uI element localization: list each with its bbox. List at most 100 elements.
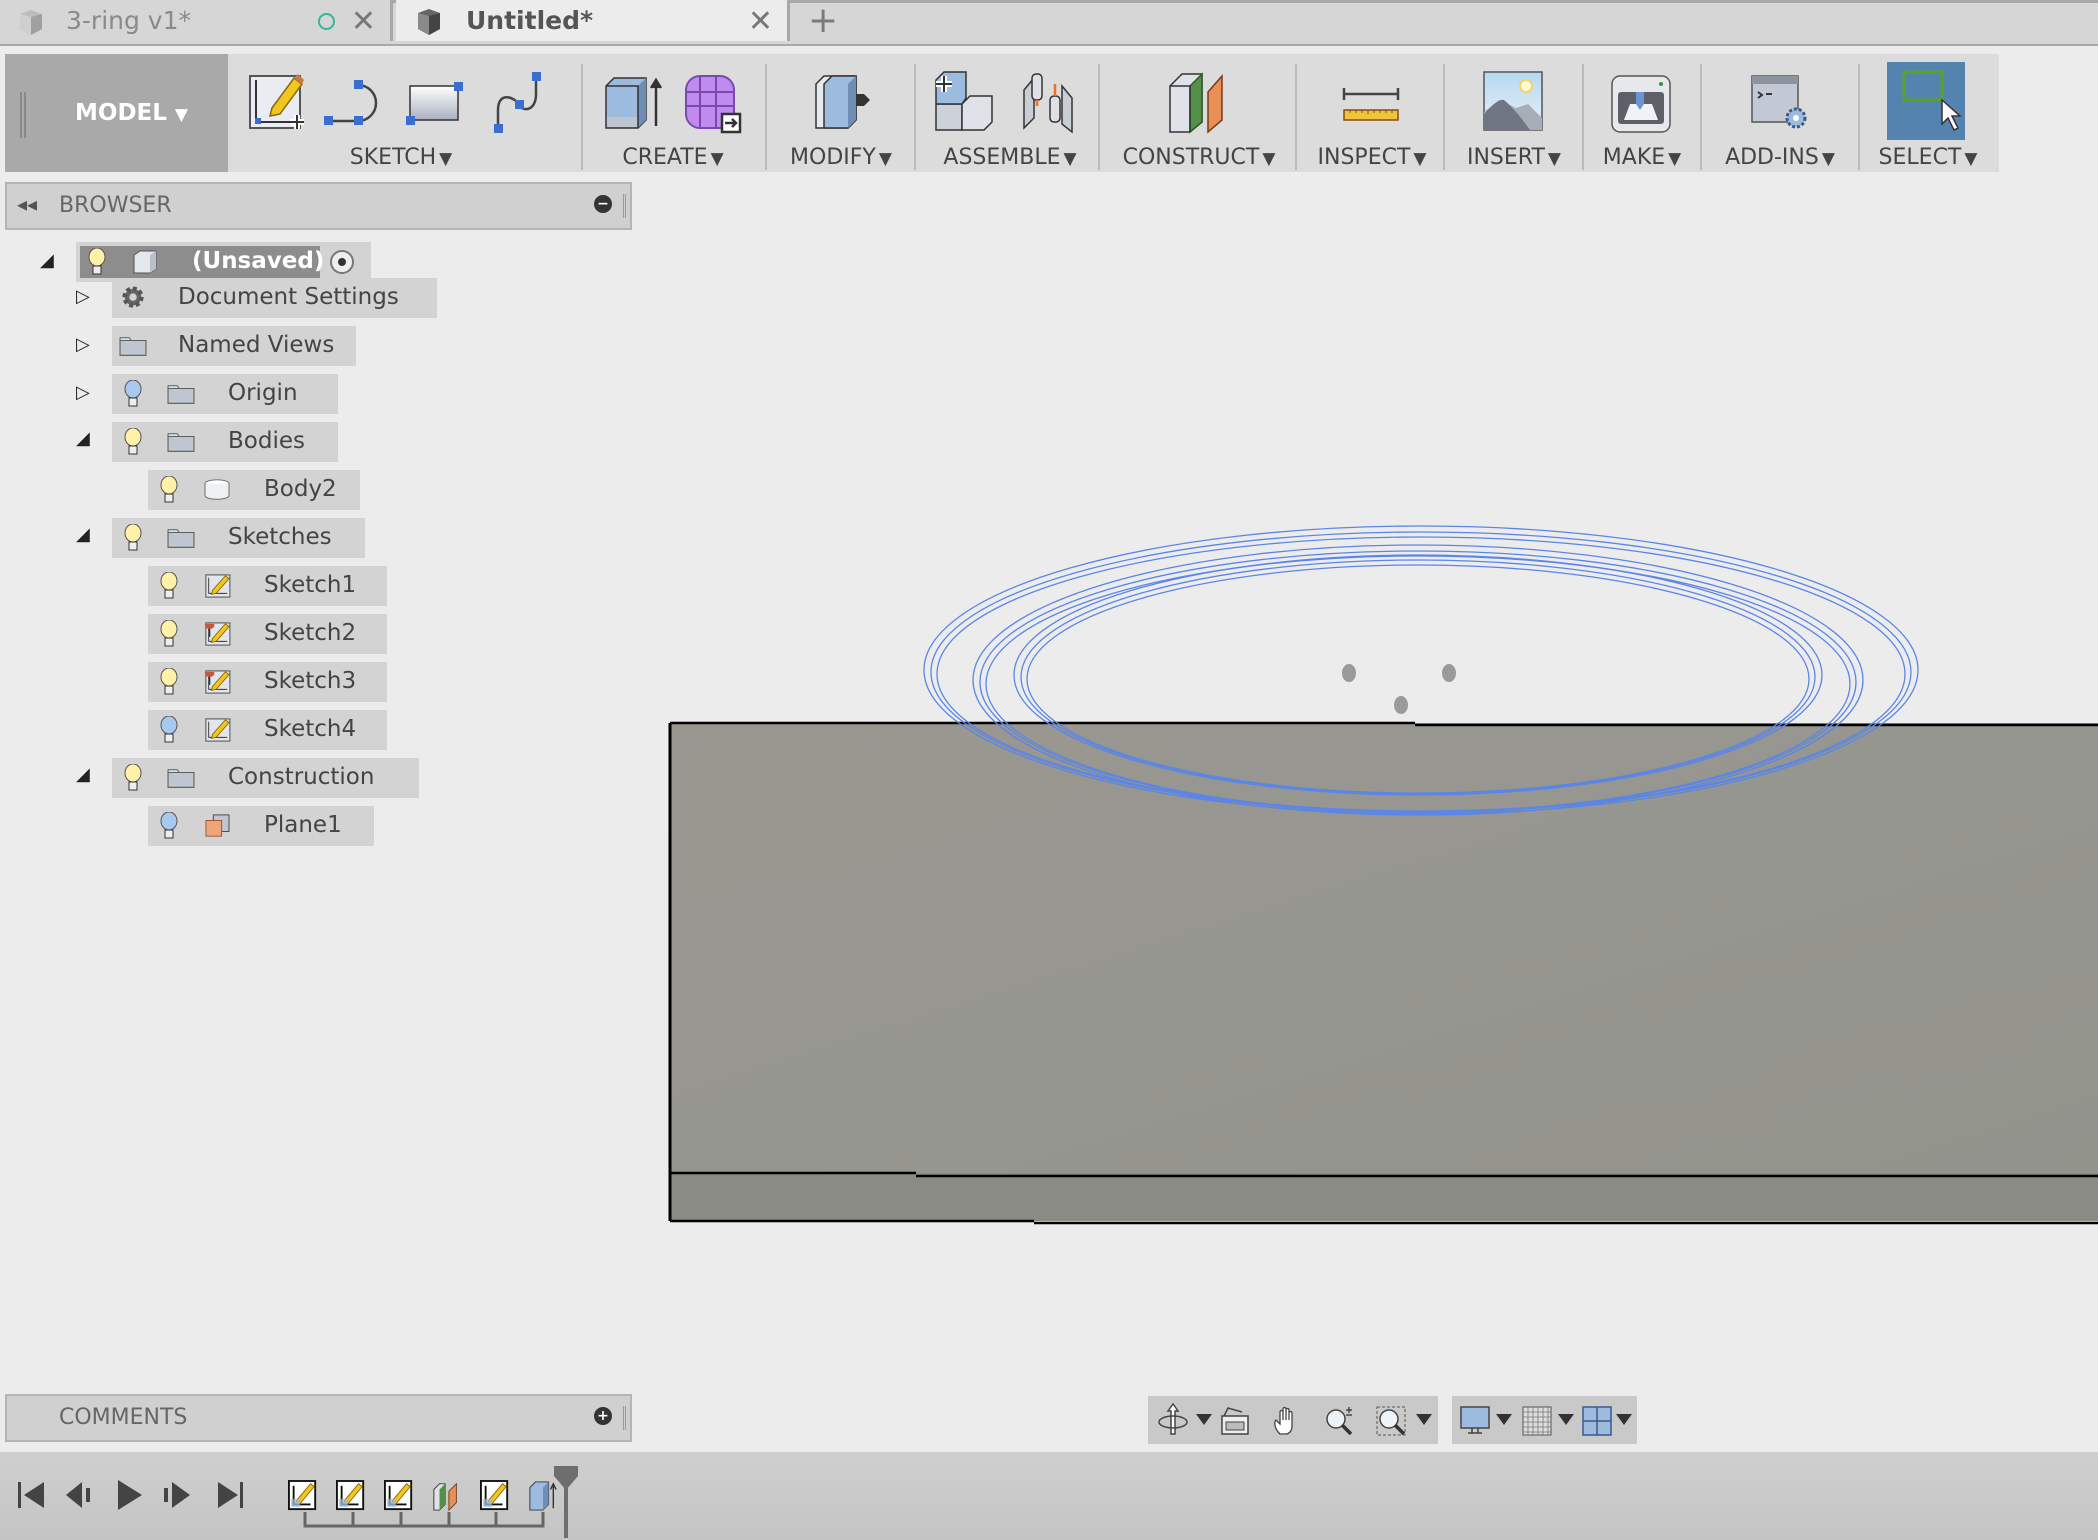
- timeline-sketch-feature[interactable]: [384, 1480, 414, 1512]
- joint-icon[interactable]: [1018, 70, 1080, 134]
- go-to-start-icon[interactable]: [16, 1478, 48, 1510]
- pin-panel-button[interactable]: −: [594, 195, 612, 213]
- tree-item-body2[interactable]: Body2: [148, 470, 360, 510]
- group-label[interactable]: INSERT ▼: [1448, 145, 1580, 170]
- lightbulb-on-icon[interactable]: [160, 476, 178, 504]
- step-back-icon[interactable]: [64, 1478, 96, 1510]
- orbit-icon[interactable]: [1156, 1402, 1190, 1438]
- workspace-switcher[interactable]: MODEL ▼: [5, 54, 228, 172]
- tree-item-origin[interactable]: Origin: [112, 374, 338, 414]
- grid-dropdown-icon[interactable]: [1558, 1414, 1574, 1425]
- new-tab-button[interactable]: +: [808, 2, 838, 40]
- collapse-panel-icon[interactable]: ◂◂: [17, 192, 37, 216]
- toolbar-group-sketch[interactable]: SKETCH ▼: [236, 54, 566, 172]
- close-tab-icon[interactable]: ✕: [748, 4, 773, 39]
- tree-item-sketch3[interactable]: Sketch3: [148, 662, 388, 702]
- expand-triangle-icon[interactable]: ▷: [76, 382, 90, 403]
- group-label[interactable]: ADD-INS ▼: [1704, 145, 1856, 170]
- spline-icon[interactable]: [492, 70, 554, 134]
- tree-item-plane1[interactable]: Plane1: [148, 806, 374, 846]
- create-sketch-icon[interactable]: [246, 70, 308, 134]
- 3d-viewport[interactable]: [640, 172, 2098, 1452]
- collapse-triangle-icon[interactable]: ◢: [76, 428, 90, 449]
- toolbar-group-modify[interactable]: MODIFY ▼: [770, 54, 912, 172]
- panel-grip[interactable]: [623, 1406, 626, 1430]
- insert-image-icon[interactable]: [1482, 70, 1544, 134]
- tree-item-bodies[interactable]: Bodies: [112, 422, 338, 462]
- select-window-icon[interactable]: [1898, 66, 1964, 136]
- orbit-dropdown-icon[interactable]: [1196, 1414, 1212, 1425]
- tree-item-sketches[interactable]: Sketches: [112, 518, 365, 558]
- timeline-sketch-feature[interactable]: [480, 1480, 510, 1512]
- measure-icon[interactable]: [1340, 70, 1402, 134]
- toolbar-grip[interactable]: [20, 92, 26, 138]
- zoom-icon[interactable]: [1324, 1406, 1354, 1436]
- toolbar-group-make[interactable]: MAKE ▼: [1586, 54, 1698, 172]
- zoom-dropdown-icon[interactable]: [1416, 1414, 1432, 1425]
- toolbar-group-assemble[interactable]: ASSEMBLE ▼: [920, 54, 1100, 172]
- tree-item-sketch2[interactable]: Sketch2: [148, 614, 388, 654]
- fit-icon[interactable]: [1376, 1406, 1406, 1436]
- tree-item-sketch1[interactable]: Sketch1: [148, 566, 388, 606]
- toolbar-group-add-ins[interactable]: ADD-INS ▼: [1704, 54, 1856, 172]
- group-label[interactable]: MAKE ▼: [1586, 145, 1698, 170]
- group-label[interactable]: SELECT ▼: [1862, 145, 1994, 170]
- lightbulb-on-icon[interactable]: [160, 668, 178, 696]
- tree-item-document-settings[interactable]: Document Settings: [112, 278, 438, 318]
- play-icon[interactable]: [114, 1478, 146, 1510]
- offset-plane-icon[interactable]: [1166, 70, 1228, 134]
- lightbulb-on-icon[interactable]: [160, 572, 178, 600]
- group-label[interactable]: CONSTRUCT ▼: [1104, 145, 1294, 170]
- tree-item-sketch4[interactable]: Sketch4: [148, 710, 388, 750]
- lightbulb-on-icon[interactable]: [88, 248, 106, 276]
- body2-box[interactable]: [668, 721, 2098, 1225]
- grid-icon[interactable]: [1522, 1406, 1552, 1436]
- collapse-triangle-icon[interactable]: ◢: [76, 764, 90, 785]
- toolbar-group-create[interactable]: CREATE ▼: [588, 54, 758, 172]
- display-settings-icon[interactable]: [1460, 1406, 1490, 1436]
- tree-root-unsaved[interactable]: (Unsaved): [76, 242, 371, 282]
- look-at-icon[interactable]: [1220, 1406, 1250, 1436]
- document-tab-3-ring[interactable]: 3-ring v1* ✕: [0, 0, 393, 41]
- lightbulb-off-icon[interactable]: [160, 716, 178, 744]
- group-label[interactable]: ASSEMBLE ▼: [920, 145, 1100, 170]
- create-form-icon[interactable]: [682, 70, 744, 134]
- tree-item-named-views[interactable]: Named Views: [112, 326, 356, 366]
- rectangle-icon[interactable]: [406, 70, 468, 134]
- press-pull-icon[interactable]: [810, 70, 872, 134]
- timeline-sketch-feature[interactable]: [336, 1480, 366, 1512]
- viewports-dropdown-icon[interactable]: [1616, 1414, 1632, 1425]
- scripts-addins-icon[interactable]: [1750, 70, 1812, 134]
- toolbar-group-select[interactable]: SELECT ▼: [1862, 54, 1994, 172]
- panel-grip[interactable]: [623, 194, 626, 218]
- group-label[interactable]: INSPECT ▼: [1300, 145, 1444, 170]
- group-label[interactable]: CREATE ▼: [588, 145, 758, 170]
- extrude-icon[interactable]: [602, 70, 664, 134]
- step-forward-icon[interactable]: [160, 1478, 192, 1510]
- viewports-icon[interactable]: [1582, 1406, 1612, 1436]
- document-tab-untitled[interactable]: Untitled* ✕: [396, 0, 790, 41]
- lightbulb-on-icon[interactable]: [160, 620, 178, 648]
- toolbar-group-inspect[interactable]: INSPECT ▼: [1300, 54, 1444, 172]
- timeline-plane-feature[interactable]: [432, 1480, 462, 1512]
- activate-radio[interactable]: [330, 250, 354, 274]
- add-comment-button[interactable]: +: [594, 1407, 612, 1425]
- go-to-end-icon[interactable]: [214, 1478, 246, 1510]
- group-label[interactable]: MODIFY ▼: [770, 145, 912, 170]
- arc-icon[interactable]: [324, 70, 386, 134]
- toolbar-group-construct[interactable]: CONSTRUCT ▼: [1104, 54, 1294, 172]
- expand-triangle-icon[interactable]: ▷: [76, 286, 90, 307]
- sketch-points[interactable]: [1342, 664, 1456, 714]
- pan-icon[interactable]: [1272, 1406, 1302, 1436]
- lightbulb-on-icon[interactable]: [124, 524, 142, 552]
- timeline-sketch-feature[interactable]: [288, 1480, 318, 1512]
- collapse-triangle-icon[interactable]: ◢: [76, 524, 90, 545]
- close-tab-icon[interactable]: ✕: [351, 4, 376, 39]
- collapse-triangle-icon[interactable]: ◢: [40, 250, 54, 271]
- 3d-print-icon[interactable]: [1610, 70, 1672, 134]
- new-component-icon[interactable]: [934, 70, 996, 134]
- tree-item-construction[interactable]: Construction: [112, 758, 420, 798]
- expand-triangle-icon[interactable]: ▷: [76, 334, 90, 355]
- toolbar-group-insert[interactable]: INSERT ▼: [1448, 54, 1580, 172]
- lightbulb-on-icon[interactable]: [124, 428, 142, 456]
